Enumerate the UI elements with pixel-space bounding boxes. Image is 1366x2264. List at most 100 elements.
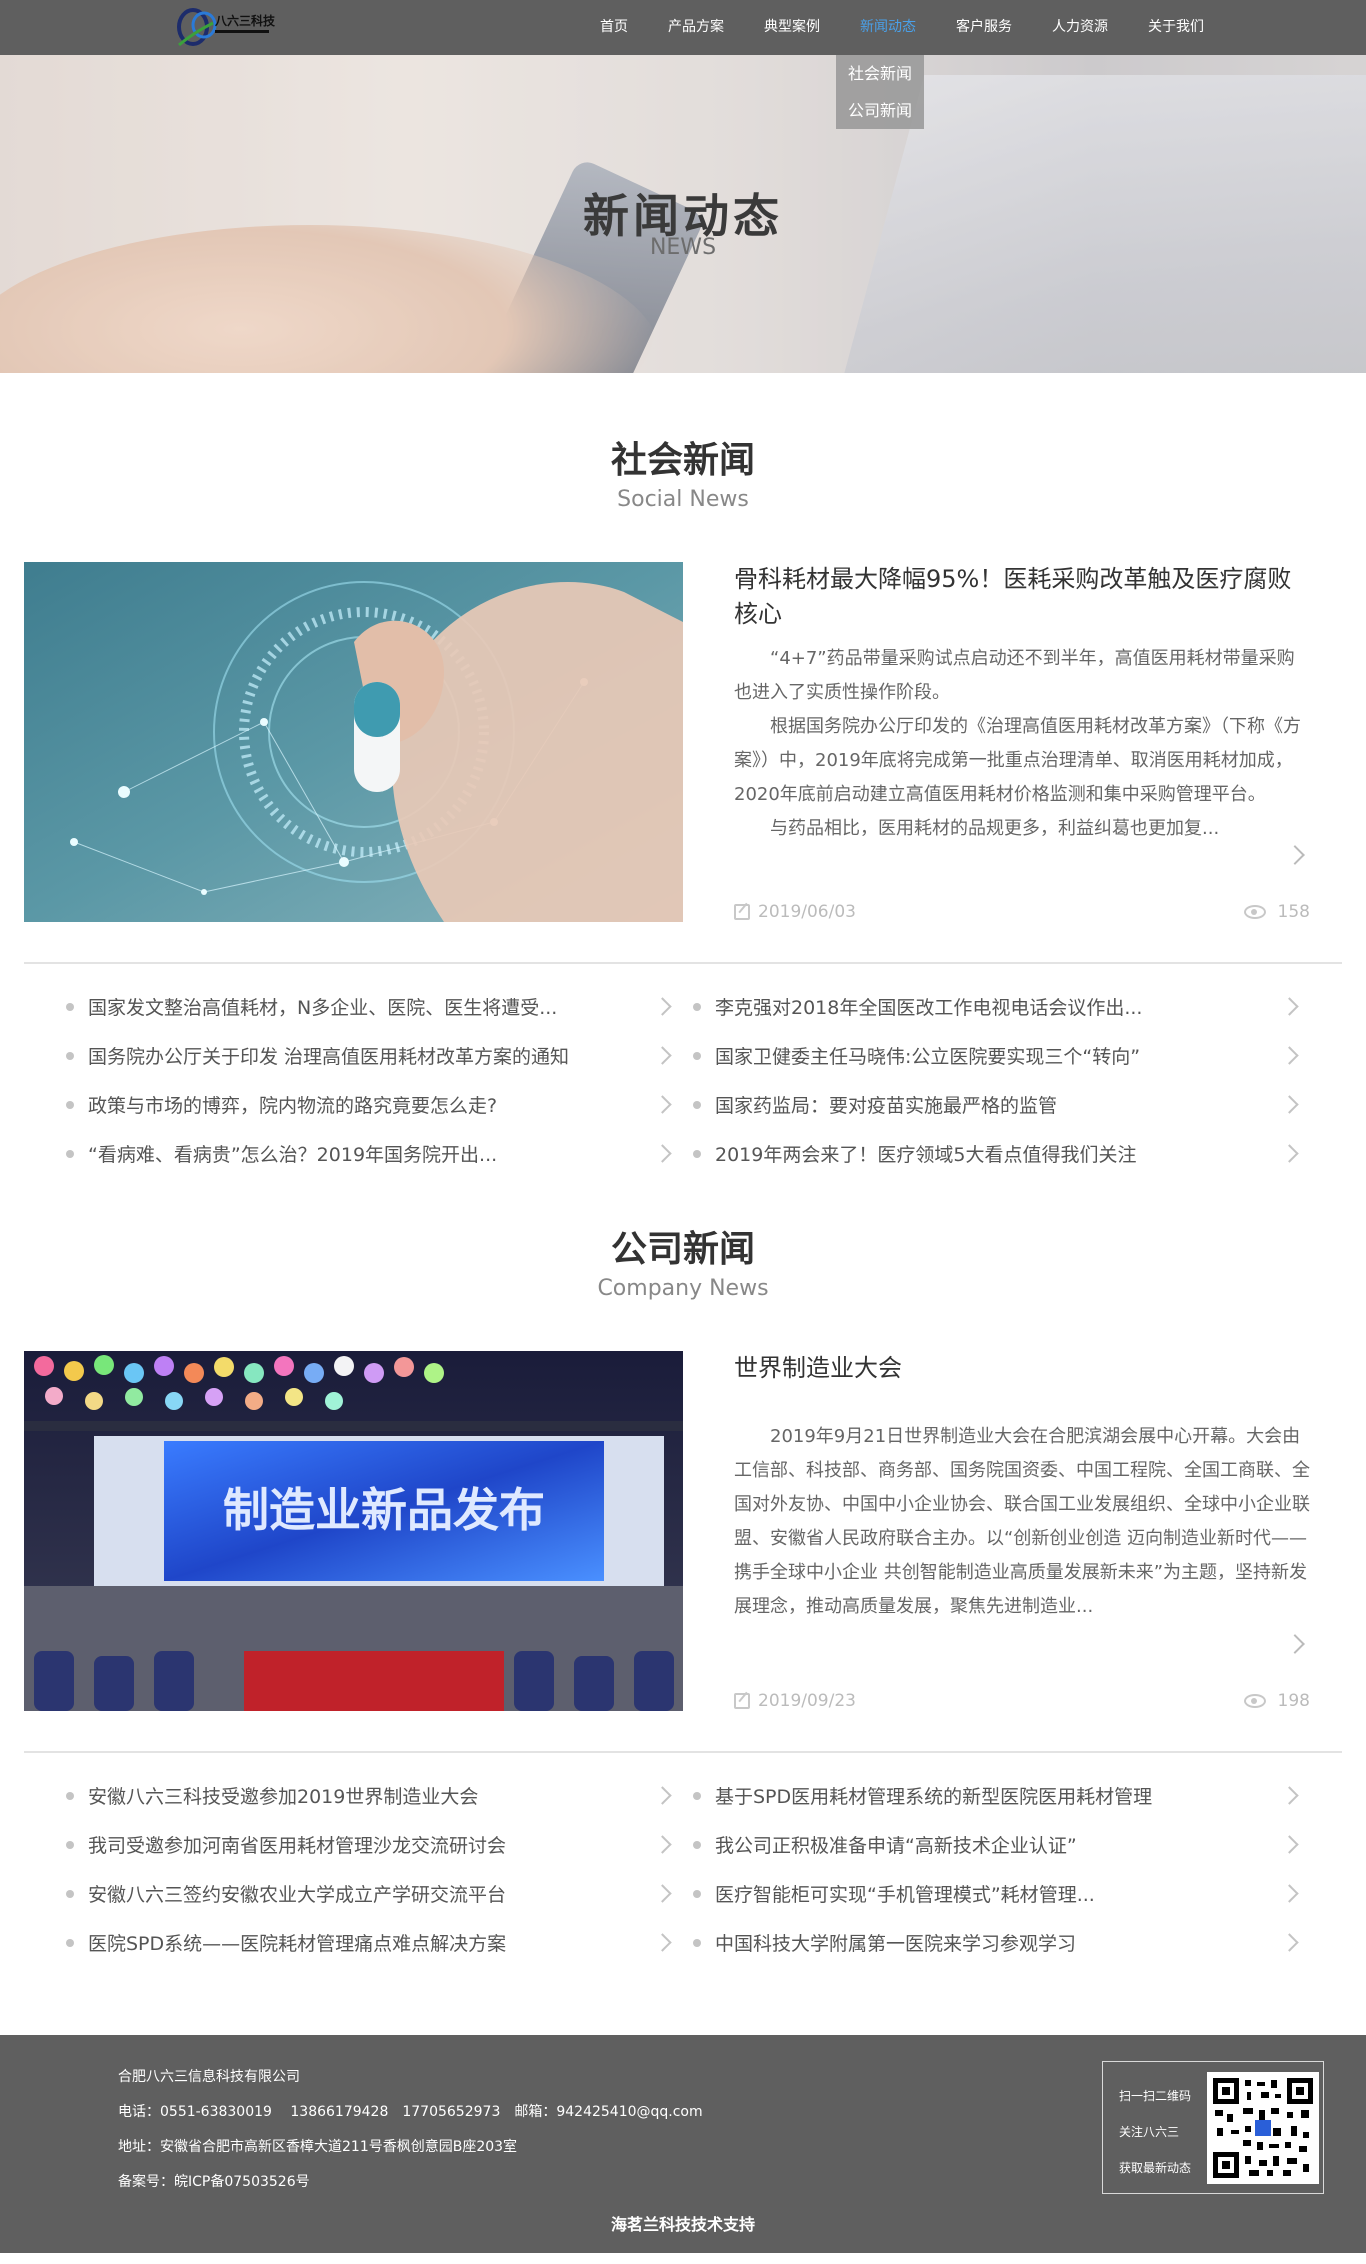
list-item[interactable]: 国务院办公厅关于印发 治理高值医用耗材改革方案的通知 <box>66 1031 693 1080</box>
bullet-icon <box>693 1052 701 1060</box>
expo-banner-text: 制造业新品发布 <box>223 1483 545 1537</box>
read-more-chevron-icon[interactable] <box>1285 1634 1305 1654</box>
qr-line: 扫一扫二维码 <box>1119 2089 1192 2103</box>
chevron-right-icon[interactable] <box>653 1144 672 1163</box>
chevron-right-icon[interactable] <box>1280 1144 1299 1163</box>
chevron-right-icon[interactable] <box>1280 1933 1299 1952</box>
read-more-chevron-icon[interactable] <box>1285 845 1305 865</box>
article-date: 2019/06/03 <box>758 902 856 922</box>
list-item[interactable]: 安徽八六三科技受邀参加2019世界制造业大会 <box>66 1771 693 1820</box>
list-item[interactable]: 国家卫健委主任马晓伟:公立医院要实现三个“转向” <box>693 1031 1320 1080</box>
edit-icon <box>734 1693 750 1709</box>
qr-line: 获取最新动态 <box>1119 2161 1192 2175</box>
company-address: 地址：安徽省合肥市高新区香樟大道211号香枫创意园B座203室 <box>118 2139 518 2155</box>
article-headline[interactable]: 骨科耗材最大降幅95%！医耗采购改革触及医疗腐败核心 <box>734 562 1310 632</box>
list-item[interactable]: 国家药监局：要对疫苗实施最严格的监管 <box>693 1080 1320 1129</box>
bullet-icon <box>66 1052 74 1060</box>
chevron-right-icon[interactable] <box>653 997 672 1016</box>
dropdown-item-social-news[interactable]: 社会新闻 <box>836 55 924 92</box>
expo-photo-image[interactable]: 制造业新品发布 <box>24 1351 683 1711</box>
nav-about[interactable]: 关于我们 <box>1148 0 1204 55</box>
article-excerpt: 2019年9月21日世界制造业大会在合肥滨湖会展中心开幕。大会由工信部、科技部、… <box>734 1426 1310 1617</box>
company-name: 合肥八六三信息科技有限公司 <box>118 2069 300 2085</box>
list-item[interactable]: 医疗智能柜可实现“手机管理模式”耗材管理... <box>693 1869 1320 1918</box>
article-meta: 2019/06/03 158 <box>734 902 1310 922</box>
news-banner: 新闻动态 NEWS <box>0 55 1366 373</box>
social-news-list: 国家发文整治高值耗材，N多企业、医院、医生将遭受... 李克强对2018年全国医… <box>66 982 1320 1178</box>
nav-news[interactable]: 新闻动态 <box>860 0 916 55</box>
list-item[interactable]: 安徽八六三签约安徽农业大学成立产学研交流平台 <box>66 1869 693 1918</box>
bullet-icon <box>693 1841 701 1849</box>
divider <box>24 1751 1342 1753</box>
bullet-icon <box>693 1890 701 1898</box>
list-item[interactable]: 国家发文整治高值耗材，N多企业、医院、医生将遭受... <box>66 982 693 1031</box>
chevron-right-icon[interactable] <box>653 1884 672 1903</box>
list-item[interactable]: 医院SPD系统——医院耗材管理痛点难点解决方案 <box>66 1918 693 1967</box>
section-subtitle: Social News <box>617 487 749 512</box>
social-feature-article[interactable]: 骨科耗材最大降幅95%！医耗采购改革触及医疗腐败核心 “4+7”药品带量采购试点… <box>24 562 1342 922</box>
company-info: 合肥八六三信息科技有限公司 电话：0551-63830019 138661794… <box>118 2060 703 2200</box>
nav-products[interactable]: 产品方案 <box>668 0 724 55</box>
pill-tech-image[interactable] <box>24 562 683 922</box>
social-news-heading: 社会新闻 Social News <box>0 431 1366 512</box>
company-news-heading: 公司新闻 Company News <box>0 1220 1366 1301</box>
eye-icon <box>1243 905 1266 919</box>
chevron-right-icon[interactable] <box>1280 1835 1299 1854</box>
bullet-icon <box>66 1101 74 1109</box>
bullet-icon <box>693 1792 701 1800</box>
list-item[interactable]: 我司受邀参加河南省医用耗材管理沙龙交流研讨会 <box>66 1820 693 1869</box>
list-item[interactable]: 基于SPD医用耗材管理系统的新型医院医用耗材管理 <box>693 1771 1320 1820</box>
chevron-right-icon[interactable] <box>653 1046 672 1065</box>
qr-box: 扫一扫二维码 关注八六三 获取最新动态 <box>1102 2061 1324 2194</box>
chevron-right-icon[interactable] <box>1280 997 1299 1016</box>
qr-code-icon <box>1207 2072 1319 2184</box>
bullet-icon <box>66 1003 74 1011</box>
bullet-icon <box>66 1939 74 1947</box>
section-title: 社会新闻 <box>610 440 755 481</box>
dropdown-item-company-news[interactable]: 公司新闻 <box>836 92 924 129</box>
article-date: 2019/09/23 <box>758 1691 856 1711</box>
news-dropdown: 社会新闻 公司新闻 <box>836 55 924 129</box>
nav-home[interactable]: 首页 <box>600 0 628 55</box>
site-footer: 合肥八六三信息科技有限公司 电话：0551-63830019 138661794… <box>0 2035 1366 2253</box>
banner-subtitle: NEWS <box>649 235 717 260</box>
svg-text:八六三科技: 八六三科技 <box>214 13 276 28</box>
company-logo[interactable]: 八六三科技 <box>173 3 283 53</box>
tech-support: 海茗兰科技技术支持 <box>610 2215 755 2234</box>
nav-service[interactable]: 客户服务 <box>956 0 1012 55</box>
bullet-icon <box>66 1150 74 1158</box>
nav-hr[interactable]: 人力资源 <box>1052 0 1108 55</box>
chevron-right-icon[interactable] <box>653 1095 672 1114</box>
chevron-right-icon[interactable] <box>1280 1884 1299 1903</box>
article-excerpt: “4+7”药品带量采购试点启动还不到半年，高值医用耗材带量采购也进入了实质性操作… <box>734 648 1301 839</box>
list-item[interactable]: 2019年两会来了！医疗领域5大看点值得我们关注 <box>693 1129 1320 1178</box>
bullet-icon <box>693 1003 701 1011</box>
chevron-right-icon[interactable] <box>653 1786 672 1805</box>
article-headline[interactable]: 世界制造业大会 <box>734 1351 1310 1386</box>
company-feature-article[interactable]: 制造业新品发布 世界制造业大会 2019年9月21日世界制造业大会在合肥滨湖会展… <box>24 1351 1342 1711</box>
nav-cases[interactable]: 典型案例 <box>764 0 820 55</box>
list-item[interactable]: 李克强对2018年全国医改工作电视电话会议作出... <box>693 982 1320 1031</box>
company-news-list: 安徽八六三科技受邀参加2019世界制造业大会 基于SPD医用耗材管理系统的新型医… <box>66 1771 1320 1967</box>
divider <box>24 962 1342 964</box>
bullet-icon <box>693 1939 701 1947</box>
view-count: 198 <box>1277 1691 1310 1711</box>
chevron-right-icon[interactable] <box>653 1933 672 1952</box>
chevron-right-icon[interactable] <box>1280 1786 1299 1805</box>
eye-icon <box>1243 1694 1266 1708</box>
list-item[interactable]: 政策与市场的博弈，院内物流的路究竟要怎么走? <box>66 1080 693 1129</box>
icp-record[interactable]: 备案号：皖ICP备07503526号 <box>118 2165 703 2200</box>
chevron-right-icon[interactable] <box>653 1835 672 1854</box>
chevron-right-icon[interactable] <box>1280 1095 1299 1114</box>
section-title: 公司新闻 <box>610 1229 755 1270</box>
bullet-icon <box>66 1841 74 1849</box>
company-feature-text: 世界制造业大会 2019年9月21日世界制造业大会在合肥滨湖会展中心开幕。大会由… <box>734 1351 1310 1711</box>
qr-line: 关注八六三 <box>1119 2125 1180 2139</box>
list-item[interactable]: 中国科技大学附属第一医院来学习参观学习 <box>693 1918 1320 1967</box>
chevron-right-icon[interactable] <box>1280 1046 1299 1065</box>
bullet-icon <box>693 1101 701 1109</box>
list-item[interactable]: 我公司正积极准备申请“高新技术企业认证” <box>693 1820 1320 1869</box>
list-item[interactable]: “看病难、看病贵”怎么治？2019年国务院开出... <box>66 1129 693 1178</box>
social-feature-text: 骨科耗材最大降幅95%！医耗采购改革触及医疗腐败核心 “4+7”药品带量采购试点… <box>734 562 1310 922</box>
contact-phone: 电话：0551-63830019 13866179428 17705652973… <box>118 2104 703 2120</box>
